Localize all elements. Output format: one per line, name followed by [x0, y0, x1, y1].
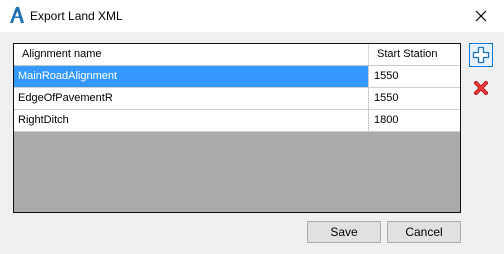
alignment-grid[interactable]: Alignment name Start Station MainRoadAli…: [13, 43, 461, 213]
delete-x-icon: [474, 81, 488, 95]
save-button[interactable]: Save: [307, 221, 381, 243]
add-plus-icon: [472, 46, 490, 64]
add-row-button[interactable]: [469, 43, 493, 67]
autocad-a-icon: [10, 7, 24, 23]
start-station-cell[interactable]: 1550: [369, 66, 460, 87]
table-row[interactable]: RightDitch 1800: [14, 110, 460, 132]
close-icon: [475, 10, 487, 22]
start-station-cell[interactable]: 1800: [369, 110, 460, 131]
close-button[interactable]: [458, 0, 504, 32]
grid-header: Alignment name Start Station: [14, 44, 460, 66]
delete-row-button[interactable]: [469, 76, 493, 100]
table-row[interactable]: MainRoadAlignment 1550: [14, 66, 460, 88]
start-station-cell[interactable]: 1550: [369, 88, 460, 109]
alignment-name-cell[interactable]: RightDitch: [14, 110, 369, 131]
column-header-start-station[interactable]: Start Station: [369, 44, 460, 65]
table-row[interactable]: EdgeOfPavementR 1550: [14, 88, 460, 110]
column-header-alignment-name[interactable]: Alignment name: [14, 44, 369, 65]
alignment-name-cell[interactable]: EdgeOfPavementR: [14, 88, 369, 109]
title-bar: Export Land XML: [0, 0, 504, 32]
alignment-name-cell[interactable]: MainRoadAlignment: [14, 66, 369, 87]
cancel-button[interactable]: Cancel: [387, 221, 461, 243]
window-title: Export Land XML: [30, 9, 123, 23]
